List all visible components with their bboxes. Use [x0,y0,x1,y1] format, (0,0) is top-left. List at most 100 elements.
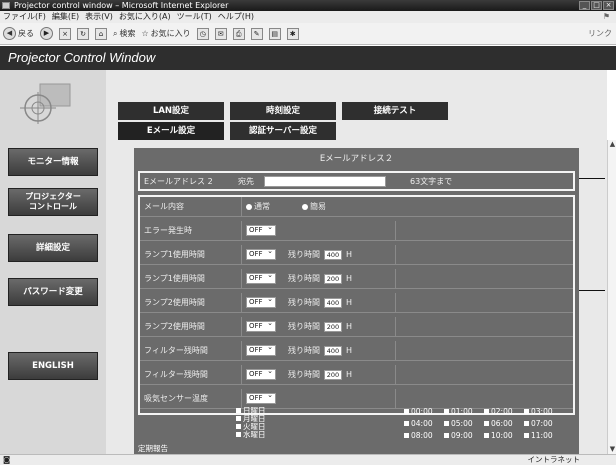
tab-time-settings[interactable]: 時刻設定 [230,102,336,120]
schedule-day-label: 水曜日 [243,430,266,439]
menu-tools[interactable]: ツール(T) [177,11,212,23]
window-title: Projector control window – Microsoft Int… [14,1,229,10]
notify-row-values: OFF 残り時間 400 H [242,341,396,360]
radio-simple[interactable]: 簡易 [302,201,326,212]
schedule-time-checkbox[interactable]: 11:00 [524,431,564,440]
schedule-time-label: 09:00 [451,431,473,440]
notify-select[interactable]: OFF [246,223,276,236]
scroll-down-icon[interactable]: ▼ [608,445,616,454]
notify-row-values: OFF [242,221,396,240]
notify-row-label: ランプ2使用時間 [140,317,242,336]
home-icon[interactable]: ⌂ [95,27,107,40]
notify-select[interactable]: OFF [246,391,276,404]
tab-lan-label: LAN設定 [152,106,190,116]
checkbox-icon [484,409,489,414]
radio-normal[interactable]: 通常 [246,201,270,212]
favorites-button[interactable]: ☆ お気に入り [141,28,190,39]
schedule-time-checkbox[interactable]: 04:00 [404,419,444,428]
callout-line [579,178,605,179]
notify-select[interactable]: OFF [246,367,276,380]
search-button[interactable]: ⌕ 検索 [113,28,135,39]
nav-projector-control-button[interactable]: プロジェクター コントロール [8,188,98,216]
forward-arrow-icon[interactable]: ▶ [40,27,53,40]
nav-monitor-info-button[interactable]: モニター情報 [8,148,98,176]
mail-content-options: 通常 簡易 [242,197,572,216]
close-button[interactable]: × [603,1,614,10]
remaining-time-label: 残り時間 [288,298,320,307]
remaining-time-label: 残り時間 [288,250,320,259]
scroll-up-icon[interactable]: ▲ [608,140,616,149]
email-form: Eメールアドレス２ Eメールアドレス 2 宛先 63文字まで メール内容 通常 … [134,148,579,454]
mail-content-row: メール内容 通常 簡易 [140,197,573,217]
notify-row: エラー発生時 OFF [140,221,573,241]
remaining-time-input[interactable]: 400 [324,345,342,356]
menu-file[interactable]: ファイル(F) [3,11,46,23]
schedule-time-checkbox[interactable]: 05:00 [444,419,484,428]
schedule-time-label: 10:00 [491,431,513,440]
remaining-time-label: 残り時間 [288,274,320,283]
remaining-time-input[interactable]: 400 [324,249,342,260]
nav-english-button[interactable]: ENGLISH [8,352,98,380]
menu-favorites[interactable]: お気に入り(A) [119,11,171,23]
tab-lan-settings[interactable]: LAN設定 [118,102,224,120]
remaining-time-input[interactable]: 200 [324,321,342,332]
nav-password-change-button[interactable]: パスワード変更 [8,278,98,306]
notify-select[interactable]: OFF [246,271,276,284]
nav-monitor-label: モニター情報 [27,157,79,167]
menu-view[interactable]: 表示(V) [85,11,113,23]
periodic-report-label: 定期報告 [138,444,168,453]
checkbox-icon [524,421,529,426]
tab-connection-test[interactable]: 接続テスト [342,102,448,120]
schedule-time-checkbox[interactable]: 02:00 [484,407,524,416]
tab-email-label: Eメール設定 [146,126,196,136]
vertical-scrollbar[interactable]: ▲ ▼ [607,140,616,454]
remaining-time-input[interactable]: 400 [324,297,342,308]
callout-line [579,290,605,291]
email-address-input[interactable] [264,175,386,187]
remaining-time-input[interactable]: 200 [324,273,342,284]
star-icon: ☆ [141,29,149,38]
checkbox-icon [444,433,449,438]
schedule-time-checkbox[interactable]: 01:00 [444,407,484,416]
notify-row-label: ランプ2使用時間 [140,293,242,312]
tab-email-settings[interactable]: Eメール設定 [118,122,224,140]
back-button[interactable]: ◀ 戻る [3,27,34,40]
history-icon[interactable]: ◷ [196,27,209,40]
messenger-icon[interactable]: ✱ [286,27,299,40]
schedule-time-checkbox[interactable]: 06:00 [484,419,524,428]
notify-select[interactable]: OFF [246,343,276,356]
remaining-time-input[interactable]: 200 [324,369,342,380]
notify-row-label: フィルター残時間 [140,341,242,360]
notify-select[interactable]: OFF [246,295,276,308]
maximize-button[interactable]: □ [591,1,602,10]
print-icon[interactable]: ⎙ [232,27,245,40]
schedule-day-checkbox[interactable]: 水曜日 [236,431,266,439]
nav-detail-settings-button[interactable]: 詳細設定 [8,234,98,262]
schedule-time-checkbox[interactable]: 07:00 [524,419,564,428]
schedule-time-checkbox[interactable]: 09:00 [444,431,484,440]
mail-icon[interactable]: ✉ [214,27,227,40]
schedule-time-label: 04:00 [411,419,433,428]
notify-select[interactable]: OFF [246,247,276,260]
stop-icon[interactable]: × [59,27,71,40]
schedule-time-checkbox[interactable]: 08:00 [404,431,444,440]
discuss-icon[interactable]: ▤ [268,27,281,40]
schedule-time-checkbox[interactable]: 00:00 [404,407,444,416]
minimize-button[interactable]: _ [579,1,590,10]
browser-icon [2,2,10,9]
schedule-time-checkbox[interactable]: 03:00 [524,407,564,416]
notify-row: ランプ2使用時間 OFF 残り時間 400 H [140,293,573,313]
checkbox-icon [236,408,241,413]
notify-row-values: OFF 残り時間 400 H [242,293,396,312]
menu-help[interactable]: ヘルプ(H) [218,11,254,23]
links-label[interactable]: リンク [588,28,612,39]
edit-icon[interactable]: ✎ [250,27,263,40]
schedule-days: 日曜日 月曜日 火曜日 水曜日 [236,407,266,439]
tab-auth-server[interactable]: 認証サーバー設定 [230,122,336,140]
tab-conn-label: 接続テスト [373,106,417,116]
menu-edit[interactable]: 編集(E) [52,11,79,23]
schedule-time-checkbox[interactable]: 10:00 [484,431,524,440]
email-address-hint: 63文字まで [410,176,453,186]
refresh-icon[interactable]: ↻ [77,27,89,40]
notify-select[interactable]: OFF [246,319,276,332]
